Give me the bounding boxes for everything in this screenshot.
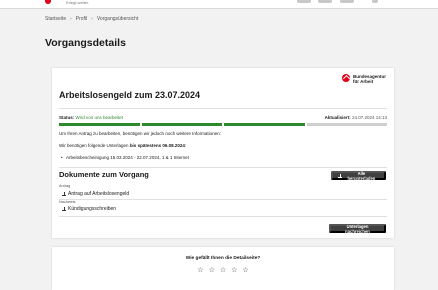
progress-segment [224,123,305,126]
document-link[interactable]: Antrag auf Arbeitslosengeld [62,191,129,197]
progress-segment [306,123,387,126]
document-group-label: Antrag [59,184,71,188]
feedback-question: Wie gefällt Ihnen die Detailseite? [185,256,261,261]
nav-item[interactable] [372,0,378,3]
agency-logo: Bundesagentur für Arbeit [341,74,386,84]
brand-logo[interactable] [45,0,51,4]
document-group-label: Nachweis [59,200,76,204]
download-icon [338,173,342,178]
agency-logo-text: Bundesagentur für Arbeit [352,74,386,84]
top-navigation-bar: Erlegt weiter. [0,0,438,9]
feedback-card: Wie gefällt Ihnen die Detailseite? ☆ ☆ ☆… [52,247,394,290]
documents-section-title: Dokumente zum Vorgang [59,170,149,179]
chevron-right-icon: › [91,16,93,22]
star-icon[interactable]: ☆ [242,266,248,274]
status-row: Status: Wird von uns bearbeitet Aktualis… [59,115,387,120]
divider [59,216,387,217]
agency-logo-icon [341,74,350,82]
download-icon [62,192,66,196]
page-title: Vorgangsdetails [45,37,126,49]
divider [59,108,387,109]
updated-value: 24.07.2024 14:13 [351,115,387,120]
star-icon[interactable]: ☆ [220,266,226,274]
brand-tagline: Erlegt weiter. [66,0,90,5]
star-icon[interactable]: ☆ [231,266,237,274]
required-document-item: Arbeitsbescheinigung 15.03.2024 - 22.07.… [61,155,189,160]
deadline-text: Wir benötigen folgende Unterlagen bis sp… [59,143,187,148]
breadcrumb-profile[interactable]: Profil [76,16,87,22]
progress-bar [59,123,387,126]
star-icon[interactable]: ☆ [209,266,215,274]
progress-segment [59,123,140,126]
divider [59,199,387,200]
nav-item[interactable] [340,0,354,3]
updated-label: Aktualisiert: [324,115,351,120]
deadline-date: bis spätestens 06.08.2024 [129,143,185,148]
status-label: Status: [59,115,75,120]
download-icon [62,207,66,211]
nav-item[interactable] [318,0,332,3]
info-text: Um Ihren Antrag zu bearbeiten, benötigen… [59,131,221,136]
star-rating: ☆ ☆ ☆ ☆ ☆ [52,266,394,274]
card-title: Arbeitslosengeld zum 23.07.2024 [59,90,201,100]
nav-item[interactable] [297,0,311,3]
download-all-button[interactable]: Alle herunterladen [331,171,386,181]
divider [59,167,387,168]
status-value: Wird von uns bearbeitet [75,115,124,120]
chevron-right-icon: › [70,16,72,22]
upload-documents-button[interactable]: Unterlagen nachreichen [329,224,386,234]
document-link[interactable]: Kündigungsschreiben [62,206,116,212]
process-card: Bundesagentur für Arbeit Arbeitslosengel… [52,68,394,238]
breadcrumb-current: Vorgangsübersicht [96,16,139,22]
star-icon[interactable]: ☆ [197,266,203,274]
breadcrumb: Startseite › Profil › Vorgangsübersicht [45,16,138,22]
breadcrumb-home[interactable]: Startseite [45,16,66,22]
progress-segment [141,123,222,126]
